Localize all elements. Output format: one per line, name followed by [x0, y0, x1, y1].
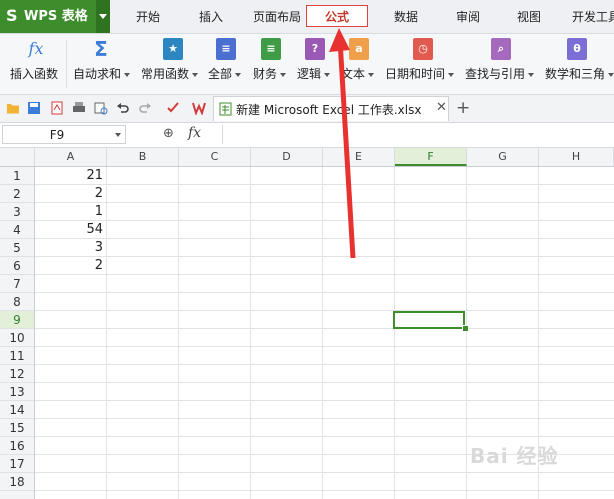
annotation-arrow	[329, 28, 356, 259]
arrow-shaft	[337, 39, 356, 259]
baidu-watermark: Bai 经验	[470, 444, 559, 468]
arrow-head	[329, 28, 350, 52]
